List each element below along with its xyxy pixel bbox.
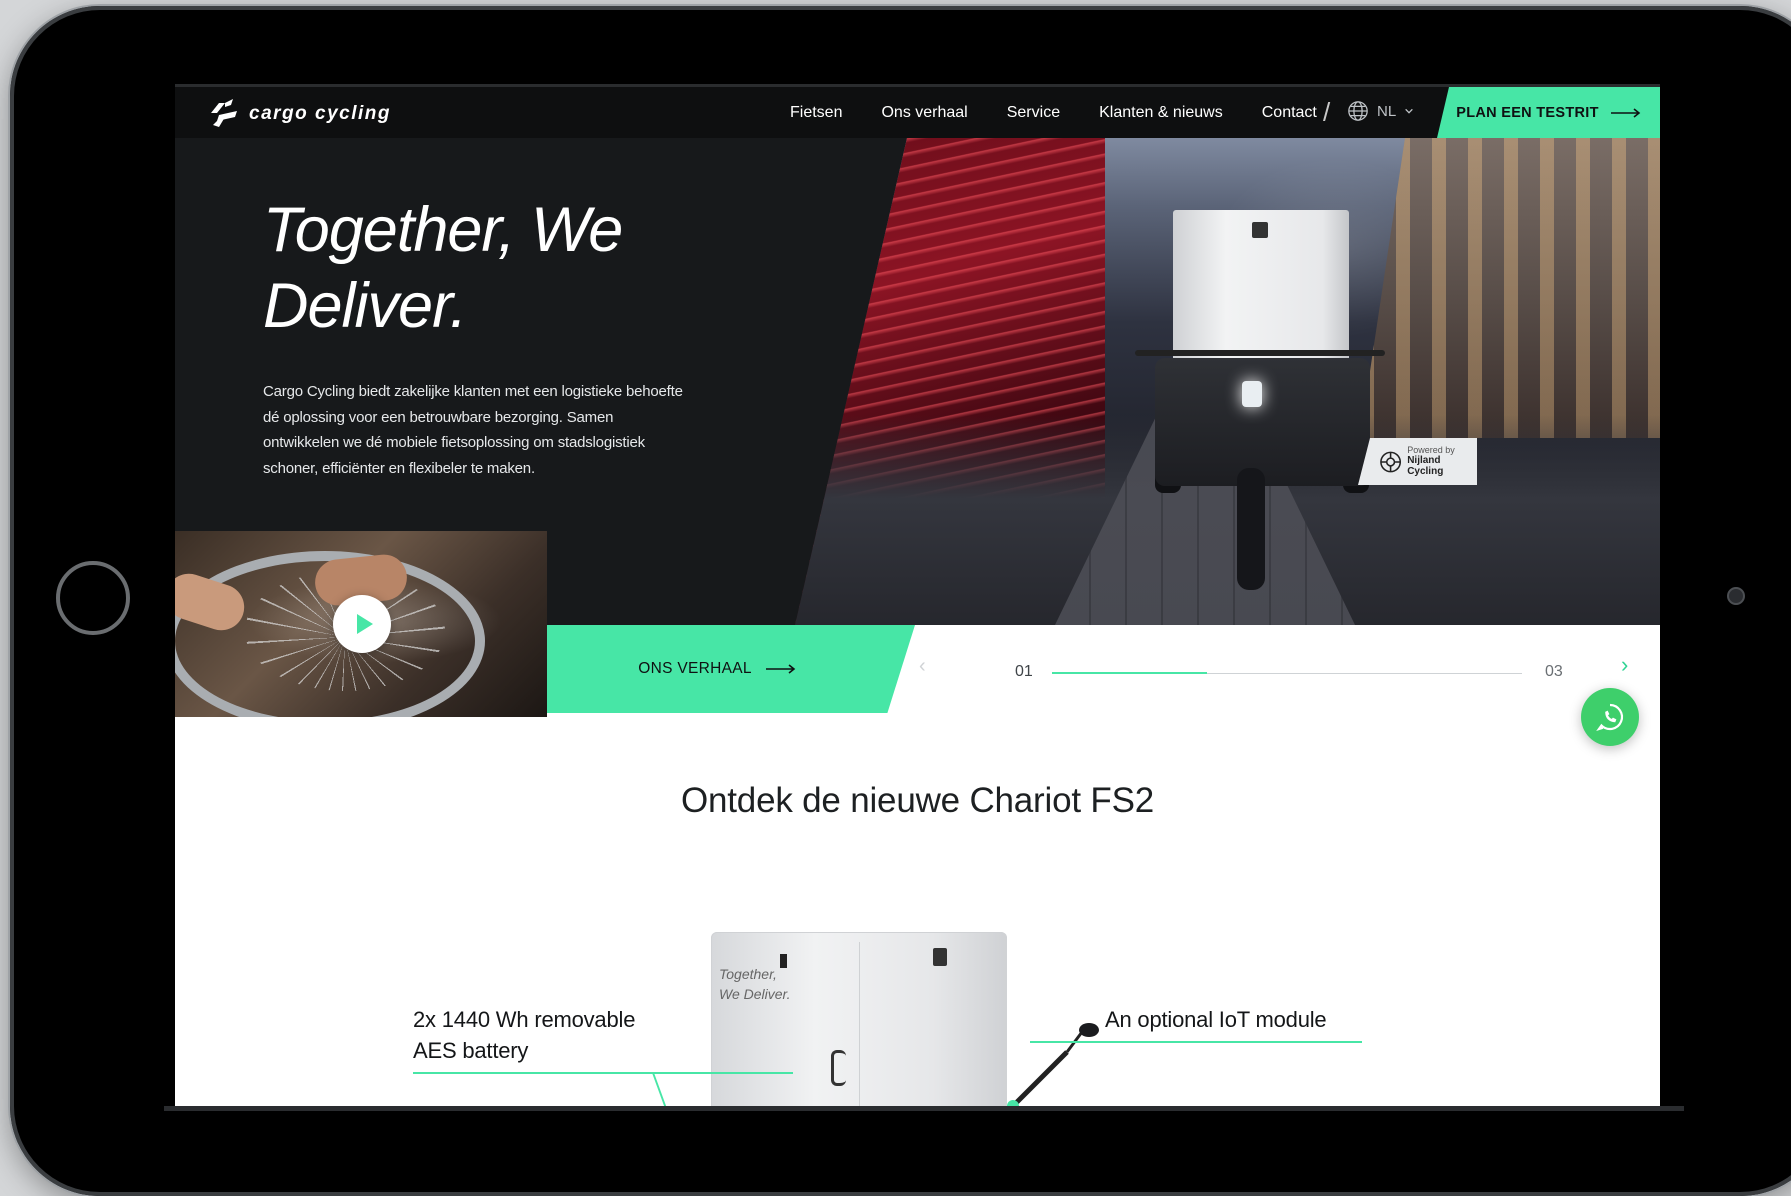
nijland-logo-icon bbox=[1380, 451, 1402, 472]
logo-mark-icon bbox=[211, 99, 237, 127]
nav-separator: / bbox=[1323, 97, 1331, 127]
slide-total: 03 bbox=[1545, 663, 1563, 680]
chevron-down-icon bbox=[1405, 108, 1413, 114]
street-buildings bbox=[1360, 138, 1660, 438]
feature-battery-line bbox=[413, 1072, 793, 1074]
whatsapp-button[interactable] bbox=[1581, 688, 1639, 746]
box-lock-large bbox=[933, 948, 947, 966]
slide-current: 01 bbox=[1015, 663, 1033, 680]
chevron-right-icon[interactable]: › bbox=[1621, 654, 1628, 676]
ons-verhaal-button[interactable]: ONS VERHAAL bbox=[547, 625, 915, 713]
badge-text: Powered by Nijland Cycling bbox=[1407, 444, 1477, 478]
badge-line1: Powered by bbox=[1407, 444, 1455, 455]
box-panel-divider bbox=[859, 942, 860, 1106]
chevron-left-icon[interactable]: ‹ bbox=[919, 656, 935, 676]
browser-screen: cargo cycling Fietsen Ons verhaal Servic… bbox=[175, 84, 1660, 1106]
arrow-right-icon bbox=[1610, 107, 1641, 118]
bike-body bbox=[1155, 358, 1370, 486]
hero-photo bbox=[795, 138, 1660, 625]
language-selector[interactable]: NL bbox=[1347, 100, 1414, 122]
slide-progress-fill bbox=[1052, 672, 1208, 674]
screen-edge bbox=[164, 1106, 1684, 1111]
plan-testrit-label: PLAN EEN TESTRIT bbox=[1456, 104, 1599, 121]
globe-icon bbox=[1348, 101, 1368, 121]
hero-slider-controls: ‹ 01 03 › bbox=[915, 625, 1660, 713]
powered-by-badge[interactable]: Powered by Nijland Cycling bbox=[1358, 438, 1477, 485]
logo-text: cargo cycling bbox=[249, 103, 391, 124]
bike-front-wheel bbox=[1237, 468, 1265, 590]
section-title: Ontdek de nieuwe Chariot FS2 bbox=[680, 781, 1154, 820]
hero-description: Cargo Cycling biedt zakelijke klanten me… bbox=[263, 383, 683, 477]
video-thumbnail[interactable] bbox=[175, 531, 547, 717]
feature-battery-leader bbox=[651, 1072, 669, 1106]
play-button[interactable] bbox=[333, 595, 391, 653]
hero-title: Together, We Deliver. bbox=[263, 195, 623, 341]
play-icon bbox=[356, 614, 373, 634]
home-button bbox=[56, 561, 130, 635]
arrow-right-icon bbox=[765, 664, 796, 674]
camera-icon bbox=[1727, 587, 1745, 605]
language-label: NL bbox=[1377, 102, 1397, 120]
box-print-text: Together, We Deliver. bbox=[719, 966, 791, 1002]
box-lock bbox=[1252, 222, 1268, 238]
feature-iot-module: An optional IoT module bbox=[1105, 1007, 1327, 1032]
nav-link-service[interactable]: Service bbox=[1007, 104, 1060, 122]
nav-link-ons-verhaal[interactable]: Ons verhaal bbox=[881, 104, 967, 122]
product-cargo-box: Together, We Deliver. bbox=[711, 932, 1007, 1106]
bike-mirror-illustration bbox=[1007, 1023, 1099, 1106]
bike-handlebar bbox=[1135, 350, 1385, 356]
whatsapp-icon bbox=[1596, 703, 1624, 732]
hero-section: Powered by Nijland Cycling Together, We … bbox=[175, 138, 1660, 717]
plan-testrit-button[interactable]: PLAN EEN TESTRIT bbox=[1437, 87, 1660, 138]
nav-link-klanten-nieuws[interactable]: Klanten & nieuws bbox=[1099, 104, 1223, 122]
slide-progress-track bbox=[1052, 672, 1522, 674]
badge-line2: Nijland Cycling bbox=[1407, 455, 1444, 478]
nav-links: Fietsen Ons verhaal Service Klanten & ni… bbox=[790, 87, 1317, 138]
box-handle bbox=[831, 1050, 846, 1086]
ons-verhaal-label: ONS VERHAAL bbox=[638, 660, 752, 677]
feature-iot-line bbox=[1030, 1041, 1362, 1043]
nav-link-contact[interactable]: Contact bbox=[1262, 104, 1317, 122]
nav-link-fietsen[interactable]: Fietsen bbox=[790, 104, 842, 122]
feature-battery: 2x 1440 Wh removable AES battery bbox=[413, 1007, 636, 1063]
bike-headlight bbox=[1242, 381, 1262, 407]
top-navigation: cargo cycling Fietsen Ons verhaal Servic… bbox=[175, 84, 1660, 138]
tablet-frame: cargo cycling Fietsen Ons verhaal Servic… bbox=[10, 6, 1791, 1196]
logo[interactable]: cargo cycling bbox=[205, 97, 391, 131]
